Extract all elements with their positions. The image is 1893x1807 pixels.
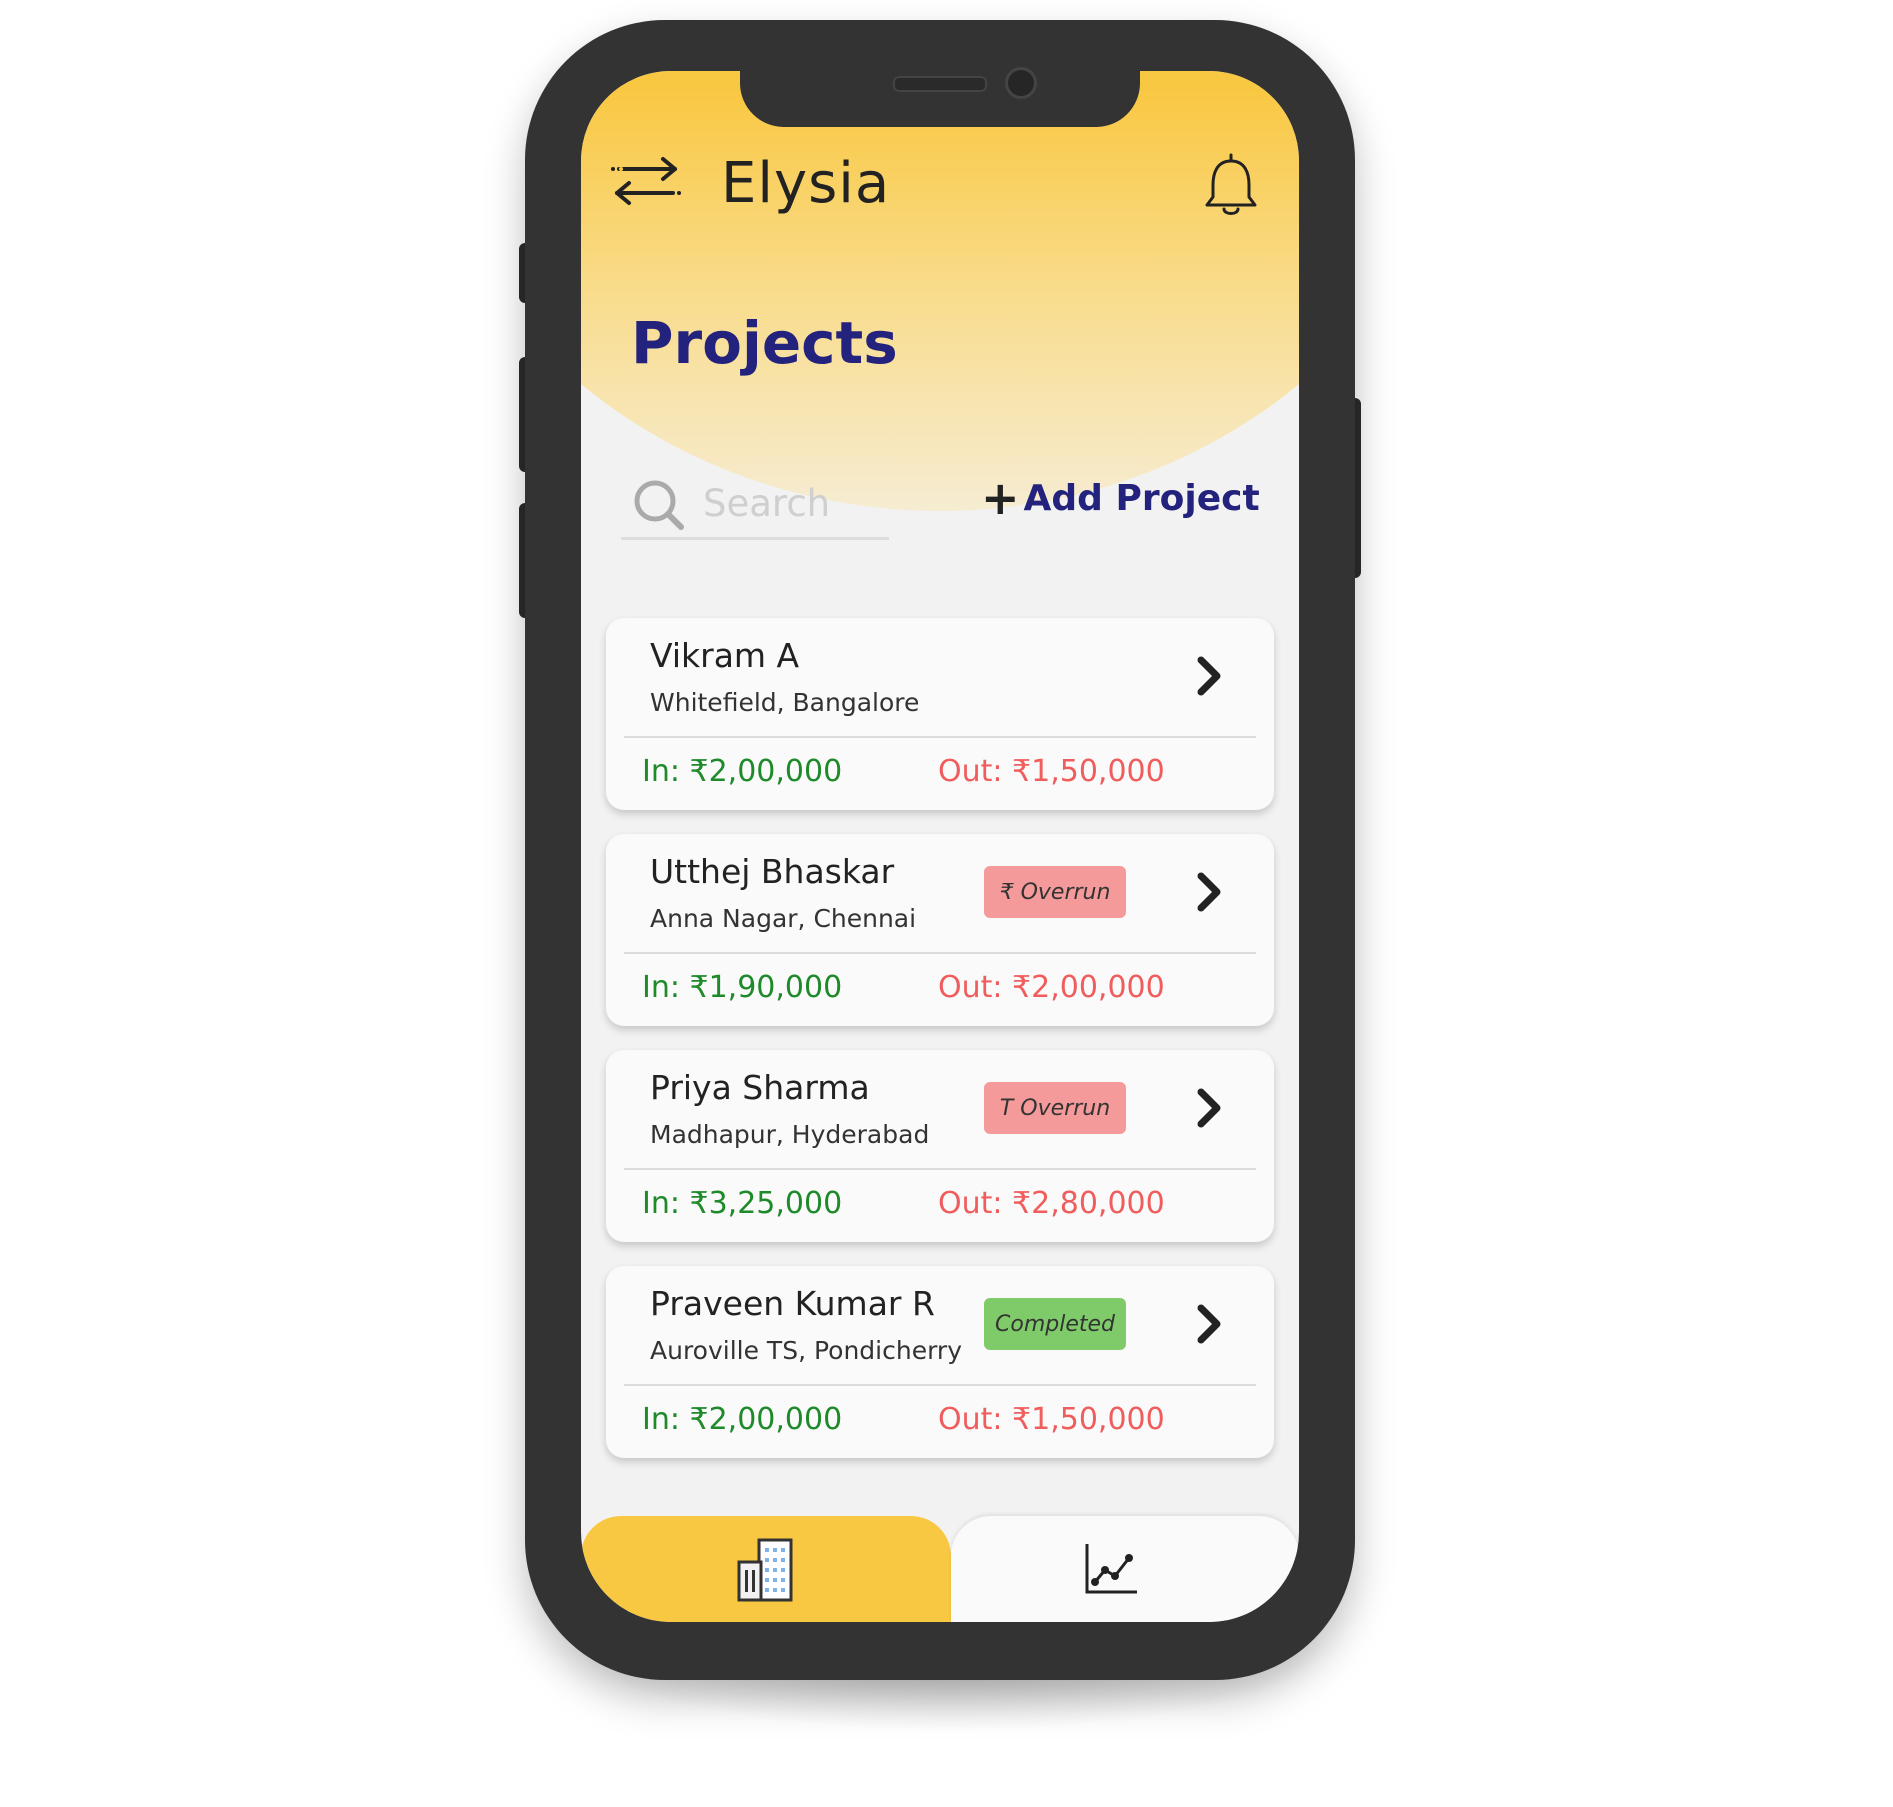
search-input[interactable] xyxy=(701,477,885,529)
project-card[interactable]: Utthej Bhaskar Anna Nagar, Chennai ₹ Ove… xyxy=(606,834,1274,1026)
amount-out: Out: ₹1,50,000 xyxy=(938,754,1165,789)
project-name: Praveen Kumar R xyxy=(650,1284,935,1323)
building-icon xyxy=(737,1538,793,1602)
status-badge: T Overrun xyxy=(984,1082,1126,1134)
amount-in: In: ₹2,00,000 xyxy=(642,754,843,789)
app-screen: Elysia Projects + Add Project xyxy=(581,71,1299,1622)
chart-icon xyxy=(1085,1544,1137,1594)
project-location: Whitefield, Bangalore xyxy=(650,688,920,717)
project-name: Utthej Bhaskar xyxy=(650,852,895,891)
card-divider xyxy=(624,736,1256,738)
card-divider xyxy=(624,1384,1256,1386)
project-card[interactable]: Priya Sharma Madhapur, Hyderabad T Overr… xyxy=(606,1050,1274,1242)
project-location: Anna Nagar, Chennai xyxy=(650,904,917,933)
front-camera xyxy=(1005,67,1037,99)
project-card[interactable]: Vikram A Whitefield, Bangalore In: ₹2,00… xyxy=(606,618,1274,810)
search-bar xyxy=(621,471,889,540)
add-project-label: Add Project xyxy=(1023,477,1260,519)
amount-out: Out: ₹2,00,000 xyxy=(938,970,1165,1005)
amount-out: Out: ₹1,50,000 xyxy=(938,1402,1165,1437)
header-background xyxy=(581,71,1299,511)
bell-icon[interactable] xyxy=(1201,151,1261,221)
stage: Elysia Projects + Add Project xyxy=(0,0,1893,1807)
chevron-right-icon[interactable] xyxy=(1191,870,1227,914)
card-divider xyxy=(624,1168,1256,1170)
project-card[interactable]: Praveen Kumar R Auroville TS, Pondicherr… xyxy=(606,1266,1274,1458)
add-project-button[interactable]: + Add Project xyxy=(981,475,1260,521)
speaker-grille xyxy=(893,76,987,92)
chevron-right-icon[interactable] xyxy=(1191,1086,1227,1130)
amount-in: In: ₹1,90,000 xyxy=(642,970,843,1005)
tab-analytics[interactable] xyxy=(951,1516,1299,1622)
bottom-navigation xyxy=(581,1516,1299,1622)
amount-in: In: ₹2,00,000 xyxy=(642,1402,843,1437)
page-title: Projects xyxy=(631,309,898,377)
chevron-right-icon[interactable] xyxy=(1191,654,1227,698)
project-name: Vikram A xyxy=(650,636,800,675)
swap-arrows-icon[interactable] xyxy=(611,153,681,209)
add-project-plus: + xyxy=(981,471,1020,525)
project-location: Madhapur, Hyderabad xyxy=(650,1120,930,1149)
status-badge: Completed xyxy=(984,1298,1126,1350)
project-location: Auroville TS, Pondicherry xyxy=(650,1336,962,1365)
app-title: Elysia xyxy=(721,151,891,216)
amount-out: Out: ₹2,80,000 xyxy=(938,1186,1165,1221)
chevron-right-icon[interactable] xyxy=(1191,1302,1227,1346)
project-name: Priya Sharma xyxy=(650,1068,870,1107)
card-divider xyxy=(624,952,1256,954)
tab-projects[interactable] xyxy=(581,1516,951,1622)
search-icon xyxy=(631,477,687,533)
status-badge: ₹ Overrun xyxy=(984,866,1126,918)
project-list: Vikram A Whitefield, Bangalore In: ₹2,00… xyxy=(606,618,1274,1482)
amount-in: In: ₹3,25,000 xyxy=(642,1186,843,1221)
